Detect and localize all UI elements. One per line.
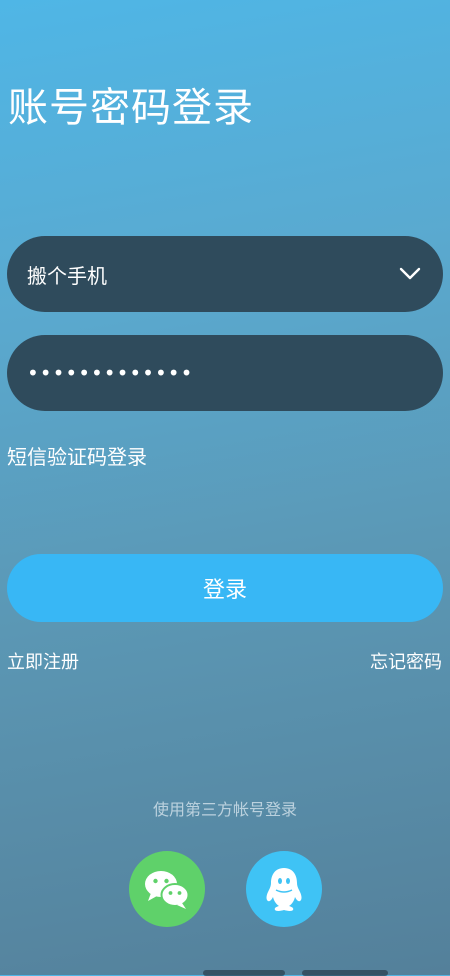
qq-icon xyxy=(266,868,302,911)
wechat-icon xyxy=(145,871,190,909)
third-party-login-label: 使用第三方帐号登录 xyxy=(152,800,297,819)
register-link[interactable]: 立即注册 xyxy=(7,648,79,674)
qq-login-button[interactable] xyxy=(246,851,322,927)
forgot-password-link[interactable]: 忘记密码 xyxy=(370,648,442,674)
home-indicator-left xyxy=(203,970,285,976)
page-title: 账号密码登录 xyxy=(8,85,254,131)
wechat-login-button[interactable] xyxy=(129,851,205,927)
password-value: ••••••••••••• xyxy=(27,361,194,385)
account-value: 搬个手机 xyxy=(27,263,107,288)
login-button[interactable]: 登录 xyxy=(7,554,443,622)
password-field[interactable]: ••••••••••••• xyxy=(7,335,443,411)
home-indicator-right xyxy=(302,970,388,976)
chevron-down-icon[interactable] xyxy=(399,263,421,285)
sms-login-link[interactable]: 短信验证码登录 xyxy=(7,441,147,470)
account-select[interactable]: 搬个手机 xyxy=(7,236,443,312)
